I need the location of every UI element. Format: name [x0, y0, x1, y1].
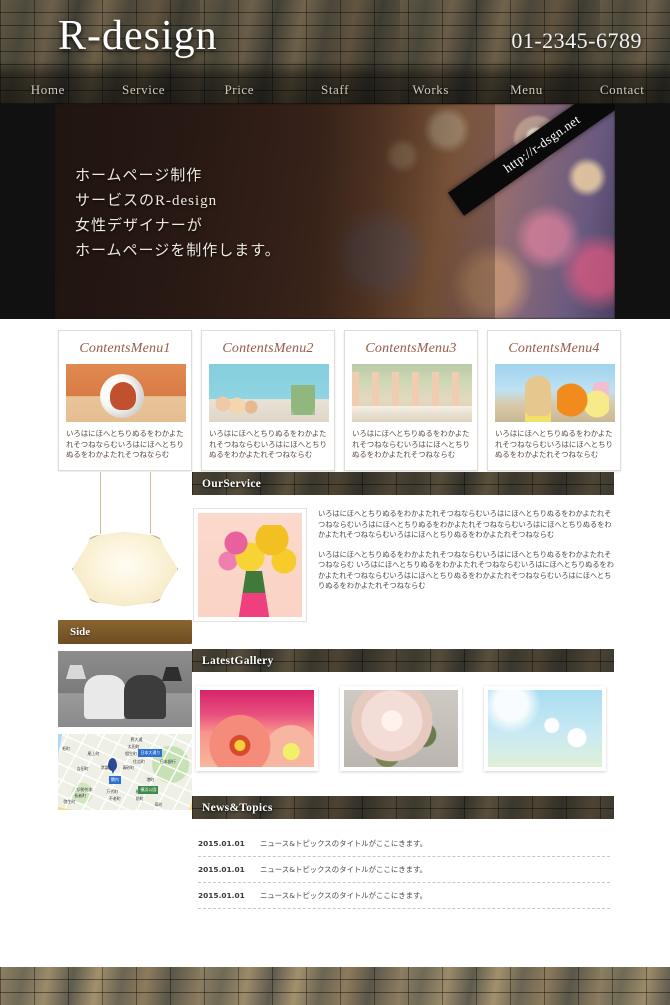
contents-card-4[interactable]: ContentsMenu4 いろはにほへとちりぬるをわかよたれそつねならむいろは…: [487, 330, 621, 471]
service-paragraph-2: いろはにほへとちりぬるをわかよたれそつねならむいろはにほへとちりぬるをわかよたれ…: [318, 549, 614, 591]
hero-catchcopy: ホームページ制作 サービスのR-design 女性デザイナーが ホームページを制…: [75, 164, 281, 264]
service-text-block: いろはにほへとちりぬるをわかよたれそつねならむいろはにほへとちりぬるをわかよたれ…: [318, 509, 614, 621]
map-label: 界大通: [130, 737, 143, 743]
news-divider: [198, 908, 610, 909]
news-list: 2015.01.01 ニュース&トピックスのタイトルがここにきます。 2015.…: [192, 819, 614, 909]
site-logo[interactable]: R-design: [58, 12, 218, 60]
hero-line-3: 女性デザイナーが: [75, 218, 203, 234]
floor-lamp-left-icon: [66, 665, 86, 679]
contents-card-text: いろはにほへとちりぬるをわかよたれそつねならむいろはにほへとちりぬるをわかよたれ…: [495, 429, 613, 459]
map-label: 毛町: [62, 746, 71, 752]
contents-card-1[interactable]: ContentsMenu1 いろはにほへとちりぬるをわかよたれそつねならむいろは…: [58, 330, 192, 471]
content-column: OurService いろはにほへとちりぬるをわかよたれそつねならむいろはにほへ…: [192, 472, 614, 909]
map-label: 寿町: [154, 802, 163, 808]
sidebar-location-map[interactable]: 界大通 太田町 尾上町 相生町 毛町 住吉町 吉田町 常磐町 真砂町 万代町 横…: [58, 734, 192, 810]
contents-card-3[interactable]: ContentsMenu3 いろはにほへとちりぬるをわかよたれそつねならむいろは…: [344, 330, 478, 471]
news-title: ニュース&トピックスのタイトルがここにきます。: [260, 865, 428, 874]
map-label: 常磐町: [100, 765, 113, 771]
contents-card-image: [495, 364, 615, 422]
contents-card-text: いろはにほへとちりぬるをわかよたれそつねならむいろはにほへとちりぬるをわかよたれ…: [209, 429, 327, 459]
news-date: 2015.01.01: [198, 865, 245, 874]
contents-menu-cards: ContentsMenu1 いろはにほへとちりぬるをわかよたれそつねならむいろは…: [58, 330, 621, 471]
news-row[interactable]: 2015.01.01 ニュース&トピックスのタイトルがここにきます。: [192, 883, 614, 908]
nav-item-contact[interactable]: Contact: [574, 82, 670, 98]
nav-item-staff[interactable]: Staff: [287, 82, 383, 98]
news-title: ニュース&トピックスのタイトルがここにきます。: [260, 839, 428, 848]
sidebar: Side 界大通 太田町 尾上町 相生町 毛町 住吉町 吉田町 常磐町 真砂町 …: [58, 472, 192, 810]
hero-section: ホームページ制作 サービスのR-design 女性デザイナーが ホームページを制…: [0, 104, 670, 319]
site-footer: [0, 967, 670, 1005]
map-station-badge: 日本大通り: [138, 749, 163, 758]
service-paragraph-1: いろはにほへとちりぬるをわかよたれそつねならむいろはにほへとちりぬるをわかよたれ…: [318, 509, 612, 539]
contents-card-title: ContentsMenu2: [222, 341, 314, 356]
service-section-label: OurService: [202, 477, 262, 490]
news-row[interactable]: 2015.01.01 ニュース&トピックスのタイトルがここにきます。: [192, 831, 614, 856]
map-park-badge: 横浜公園: [138, 785, 159, 794]
gallery-section-label: LatestGallery: [202, 654, 274, 667]
contents-card-image: [66, 364, 186, 422]
gallery-list: [192, 672, 614, 771]
floor-lamp-right-icon: [162, 667, 182, 681]
contents-card-text: いろはにほへとちりぬるをわかよたれそつねならむいろはにほへとちりぬるをわかよたれ…: [66, 429, 184, 459]
contents-card-title: ContentsMenu1: [79, 341, 171, 356]
page-root: R-design 01-2345-6789 Home Service Price…: [0, 0, 670, 1005]
hero-banner: ホームページ制作 サービスのR-design 女性デザイナーが ホームページを制…: [55, 104, 615, 319]
service-body: いろはにほへとちりぬるをわかよたれそつねならむいろはにほへとちりぬるをわかよたれ…: [192, 495, 614, 621]
map-label: 吉田町: [76, 765, 89, 771]
sign-plate: [72, 531, 178, 607]
hero-line-2: サービスのR-design: [75, 193, 218, 209]
nav-item-menu[interactable]: Menu: [479, 82, 575, 98]
service-section-header: OurService: [192, 472, 614, 495]
news-title: ニュース&トピックスのタイトルがここにきます。: [260, 891, 428, 900]
contents-card-title: ContentsMenu4: [508, 341, 600, 356]
service-image[interactable]: [194, 509, 306, 621]
map-station-badge: 関内: [108, 775, 121, 784]
map-label: 不老町: [108, 795, 121, 801]
gallery-item[interactable]: [340, 686, 462, 771]
contents-card-image: [209, 364, 329, 422]
nav-item-service[interactable]: Service: [96, 82, 192, 98]
sign-wire-right: [150, 472, 151, 534]
sidebar-section-label: Side: [70, 626, 91, 638]
news-section-label: News&Topics: [202, 801, 273, 814]
sidebar-armchairs-image[interactable]: [58, 651, 192, 727]
map-label: 前町: [135, 795, 144, 801]
map-label: 万代町: [106, 788, 119, 794]
site-header: R-design 01-2345-6789 Home Service Price…: [0, 0, 670, 104]
sidebar-section-header: Side: [58, 620, 192, 644]
hero-line-4: ホームページを制作します。: [75, 243, 281, 259]
contents-card-title: ContentsMenu3: [365, 341, 457, 356]
gallery-section-header: LatestGallery: [192, 649, 614, 672]
news-date: 2015.01.01: [198, 891, 245, 900]
map-label: 日本銀行: [159, 759, 176, 765]
sign-wire-left: [100, 472, 101, 534]
header-phone-number: 01-2345-6789: [511, 28, 642, 53]
map-label: 弥生町: [63, 798, 76, 804]
contents-card-text: いろはにほへとちりぬるをわかよたれそつねならむいろはにほへとちりぬるをわかよたれ…: [352, 429, 470, 459]
map-label: 港町: [146, 777, 155, 783]
news-date: 2015.01.01: [198, 839, 245, 848]
main-navigation: Home Service Price Staff Works Menu Cont…: [0, 82, 670, 98]
map-label: 相生町: [125, 750, 137, 756]
hero-line-1: ホームページ制作: [75, 168, 203, 184]
map-label: 尾上町: [87, 750, 100, 756]
map-label: 伊勢佐木: [76, 787, 93, 793]
nav-item-home[interactable]: Home: [0, 82, 96, 98]
gallery-item[interactable]: [484, 686, 606, 771]
map-label: 住吉町: [133, 759, 146, 765]
gallery-item[interactable]: [196, 686, 318, 771]
contents-card-2[interactable]: ContentsMenu2 いろはにほへとちりぬるをわかよたれそつねならむいろは…: [201, 330, 335, 471]
map-label: 長者町: [74, 792, 87, 798]
map-label: 真砂町: [122, 765, 135, 771]
news-section-header: News&Topics: [192, 796, 614, 819]
hanging-sign-illustration: [58, 472, 192, 620]
nav-item-price[interactable]: Price: [191, 82, 287, 98]
contents-card-image: [352, 364, 472, 422]
news-row[interactable]: 2015.01.01 ニュース&トピックスのタイトルがここにきます。: [192, 857, 614, 882]
nav-item-works[interactable]: Works: [383, 82, 479, 98]
